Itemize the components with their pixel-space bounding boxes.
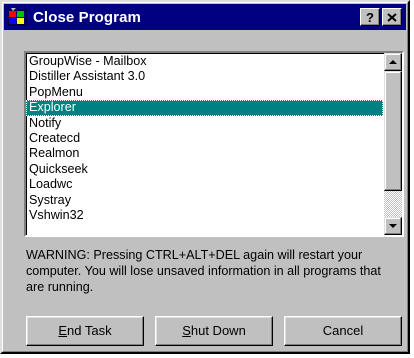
cancel-button[interactable]: Cancel: [284, 316, 402, 346]
scroll-up-button[interactable]: [384, 53, 402, 71]
list-item[interactable]: Realmon: [26, 146, 383, 161]
list-item[interactable]: Notify: [26, 116, 383, 131]
end-task-mnemonic: E: [58, 323, 68, 338]
list-item[interactable]: Quickseek: [26, 162, 383, 177]
shut-down-mnemonic: S: [182, 323, 191, 338]
scroll-down-button[interactable]: [384, 217, 402, 235]
close-program-dialog: Close Program ? GroupWise - Mailbox Disti…: [0, 0, 410, 354]
end-task-button[interactable]: End Task: [26, 316, 144, 346]
arrow-down-icon: [389, 224, 397, 228]
list-item[interactable]: Loadwc: [26, 177, 383, 192]
end-task-label: nd Task: [67, 323, 112, 338]
title-bar[interactable]: Close Program ?: [4, 4, 406, 30]
list-item[interactable]: PopMenu: [26, 85, 383, 100]
close-program-app-icon: [7, 7, 29, 27]
shut-down-label: hut Down: [190, 323, 246, 338]
shut-down-button[interactable]: Shut Down: [155, 316, 273, 346]
window-title: Close Program: [33, 8, 141, 26]
warning-text: WARNING: Pressing CTRL+ALT+DEL again wil…: [26, 248, 381, 294]
list-item[interactable]: GroupWise - Mailbox: [26, 54, 383, 69]
vertical-scrollbar[interactable]: [384, 53, 402, 235]
arrow-up-icon: [389, 60, 397, 64]
program-listbox[interactable]: GroupWise - Mailbox Distiller Assistant 3…: [24, 51, 404, 237]
list-item[interactable]: Systray: [26, 193, 383, 208]
help-button[interactable]: ?: [360, 8, 380, 26]
list-item[interactable]: Createcd: [26, 131, 383, 146]
list-item[interactable]: Distiller Assistant 3.0: [26, 69, 383, 84]
list-item[interactable]: Explorer: [26, 100, 383, 116]
title-buttons: ?: [360, 8, 402, 26]
list-item[interactable]: Vshwin32: [26, 208, 383, 223]
close-button[interactable]: [382, 8, 402, 26]
scroll-thumb[interactable]: [384, 71, 402, 191]
program-list: GroupWise - Mailbox Distiller Assistant 3…: [26, 53, 383, 235]
close-icon: [387, 11, 397, 24]
button-row: End Task Shut Down Cancel: [26, 316, 402, 346]
